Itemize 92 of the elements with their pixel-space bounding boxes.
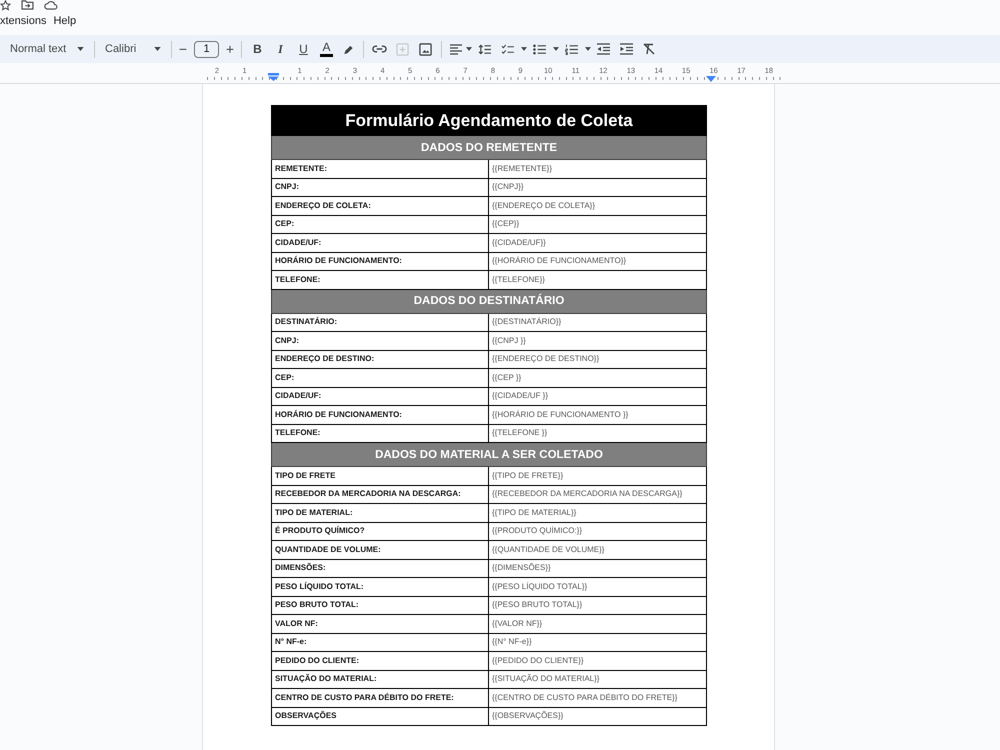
paragraph-style-dropdown[interactable]: Normal text xyxy=(4,38,90,60)
plus-square-icon xyxy=(396,42,409,56)
italic-button[interactable]: I xyxy=(269,38,292,60)
field-label: VALOR NF: xyxy=(272,614,488,633)
field-value: {{HORÁRIO DE FUNCIONAMENTO}} xyxy=(488,252,706,270)
highlighter-pen-icon[interactable] xyxy=(343,44,354,54)
cloud-icon[interactable] xyxy=(43,0,58,10)
caret-icon xyxy=(77,47,84,51)
field-label: CIDADE/UF: xyxy=(272,387,488,406)
field-value: {{TIPO DE FRETE}} xyxy=(488,466,706,485)
section-heading: DADOS DO MATERIAL A SER COLETADO xyxy=(272,442,706,466)
field-value: {{PRODUTO QUÍMICO:}} xyxy=(488,522,706,540)
menu-item[interactable]: xtensions xyxy=(0,14,46,28)
field-value: {{CEP}} xyxy=(488,215,706,234)
field-label: REMETENTE: xyxy=(272,160,488,178)
caret-icon[interactable] xyxy=(466,47,472,51)
field-value: {{N° NF-e}} xyxy=(488,633,706,652)
field-label: OBSERVAÇÕES xyxy=(272,707,488,726)
field-value: {{PESO BRUTO TOTAL}} xyxy=(488,596,706,614)
field-value: {{CIDADE/UF}} xyxy=(488,234,706,252)
field-label: N° NF-e: xyxy=(272,633,488,652)
caret-icon[interactable] xyxy=(585,47,591,51)
menu-item[interactable]: Help xyxy=(53,14,76,28)
field-label: DIMENSÕES: xyxy=(272,559,488,578)
text-color-button[interactable]: A xyxy=(315,38,338,60)
field-value: {{RECEBEDOR DA MERCADORIA NA DESCARGA}} xyxy=(488,485,706,504)
field-label: QUANTIDADE DE VOLUME: xyxy=(272,540,488,559)
field-value: {{TIPO DE MATERIAL}} xyxy=(488,504,706,522)
caret-icon[interactable] xyxy=(521,47,527,51)
caret-icon xyxy=(154,47,161,51)
increase-font-size-button[interactable]: + xyxy=(223,38,237,60)
section-heading: DADOS DO REMETENTE xyxy=(272,136,706,160)
field-value: {{ENDEREÇO DE COLETA}} xyxy=(488,196,706,215)
field-value: {{CNPJ }} xyxy=(488,332,706,350)
field-value: {{REMETENTE}} xyxy=(488,160,706,178)
field-value: {{DIMENSÕES}} xyxy=(488,559,706,578)
align-left-icon[interactable] xyxy=(450,44,462,54)
field-value: {{CENTRO DE CUSTO PARA DÉBITO DO FRETE}} xyxy=(488,688,706,707)
field-value: {{SITUAÇÃO DO MATERIAL}} xyxy=(488,670,706,688)
field-value: {{PESO LÍQUIDO TOTAL}} xyxy=(488,578,706,596)
field-label: HORÁRIO DE FUNCIONAMENTO: xyxy=(272,406,488,424)
clear-formatting-icon[interactable] xyxy=(643,43,655,55)
underline-button[interactable]: U xyxy=(292,38,315,60)
field-value: {{HORÁRIO DE FUNCIONAMENTO }} xyxy=(488,406,706,424)
caret-icon[interactable] xyxy=(553,47,559,51)
star-icon[interactable] xyxy=(0,0,11,11)
field-value: {{ENDEREÇO DE DESTINO}} xyxy=(488,350,706,368)
field-label: É PRODUTO QUÍMICO? xyxy=(272,522,488,540)
field-label: RECEBEDOR DA MERCADORIA NA DESCARGA: xyxy=(272,485,488,504)
decrease-indent-icon[interactable] xyxy=(597,43,610,55)
font-dropdown[interactable]: Calibri xyxy=(99,38,167,60)
form-title: Formulário Agendamento de Coleta xyxy=(272,106,706,136)
field-label: CEP: xyxy=(272,368,488,387)
field-value: {{CIDADE/UF }} xyxy=(488,387,706,406)
checklist-icon[interactable] xyxy=(501,44,514,54)
right-indent-marker-icon[interactable] xyxy=(706,76,716,82)
field-label: ENDEREÇO DE DESTINO: xyxy=(272,350,488,368)
field-label: CNPJ: xyxy=(272,332,488,350)
field-value: {{DESTINATÁRIO}} xyxy=(488,313,706,332)
font-size-field[interactable]: 1 xyxy=(194,40,219,58)
left-indent-marker-icon[interactable] xyxy=(268,73,278,81)
field-label: DESTINATÁRIO: xyxy=(272,313,488,332)
increase-indent-icon[interactable] xyxy=(620,43,633,55)
field-label: PESO LÍQUIDO TOTAL: xyxy=(272,578,488,596)
field-label: PEDIDO DO CLIENTE: xyxy=(272,652,488,670)
numbered-list-icon[interactable] xyxy=(565,44,578,54)
field-label: TIPO DE MATERIAL: xyxy=(272,504,488,522)
field-label: TIPO DE FRETE xyxy=(272,466,488,485)
link-icon xyxy=(372,45,387,53)
field-label: TELEFONE: xyxy=(272,270,488,289)
field-value: {{QUANTIDADE DE VOLUME}} xyxy=(488,540,706,559)
decrease-font-size-button[interactable]: − xyxy=(176,38,190,60)
field-label: CIDADE/UF: xyxy=(272,234,488,252)
field-value: {{VALOR NF}} xyxy=(488,614,706,633)
field-label: ENDEREÇO DE COLETA: xyxy=(272,196,488,215)
field-label: CNPJ: xyxy=(272,178,488,196)
line-spacing-icon[interactable] xyxy=(478,44,491,54)
bold-button[interactable]: B xyxy=(246,38,269,60)
field-label: CEP: xyxy=(272,215,488,234)
image-icon xyxy=(419,42,432,56)
field-value: {{CEP }} xyxy=(488,368,706,387)
field-label: HORÁRIO DE FUNCIONAMENTO: xyxy=(272,252,488,270)
field-label: SITUAÇÃO DO MATERIAL: xyxy=(272,670,488,688)
folder-icon[interactable] xyxy=(21,0,34,10)
field-value: {{CNPJ}} xyxy=(488,178,706,196)
bulleted-list-icon[interactable] xyxy=(533,44,546,54)
field-label: PESO BRUTO TOTAL: xyxy=(272,596,488,614)
field-value: {{TELEFONE}} xyxy=(488,270,706,289)
field-value: {{PEDIDO DO CLIENTE}} xyxy=(488,652,706,670)
section-heading: DADOS DO DESTINATÁRIO xyxy=(272,289,706,313)
field-label: CENTRO DE CUSTO PARA DÉBITO DO FRETE: xyxy=(272,688,488,707)
field-value: {{OBSERVAÇÕES}} xyxy=(488,707,706,726)
